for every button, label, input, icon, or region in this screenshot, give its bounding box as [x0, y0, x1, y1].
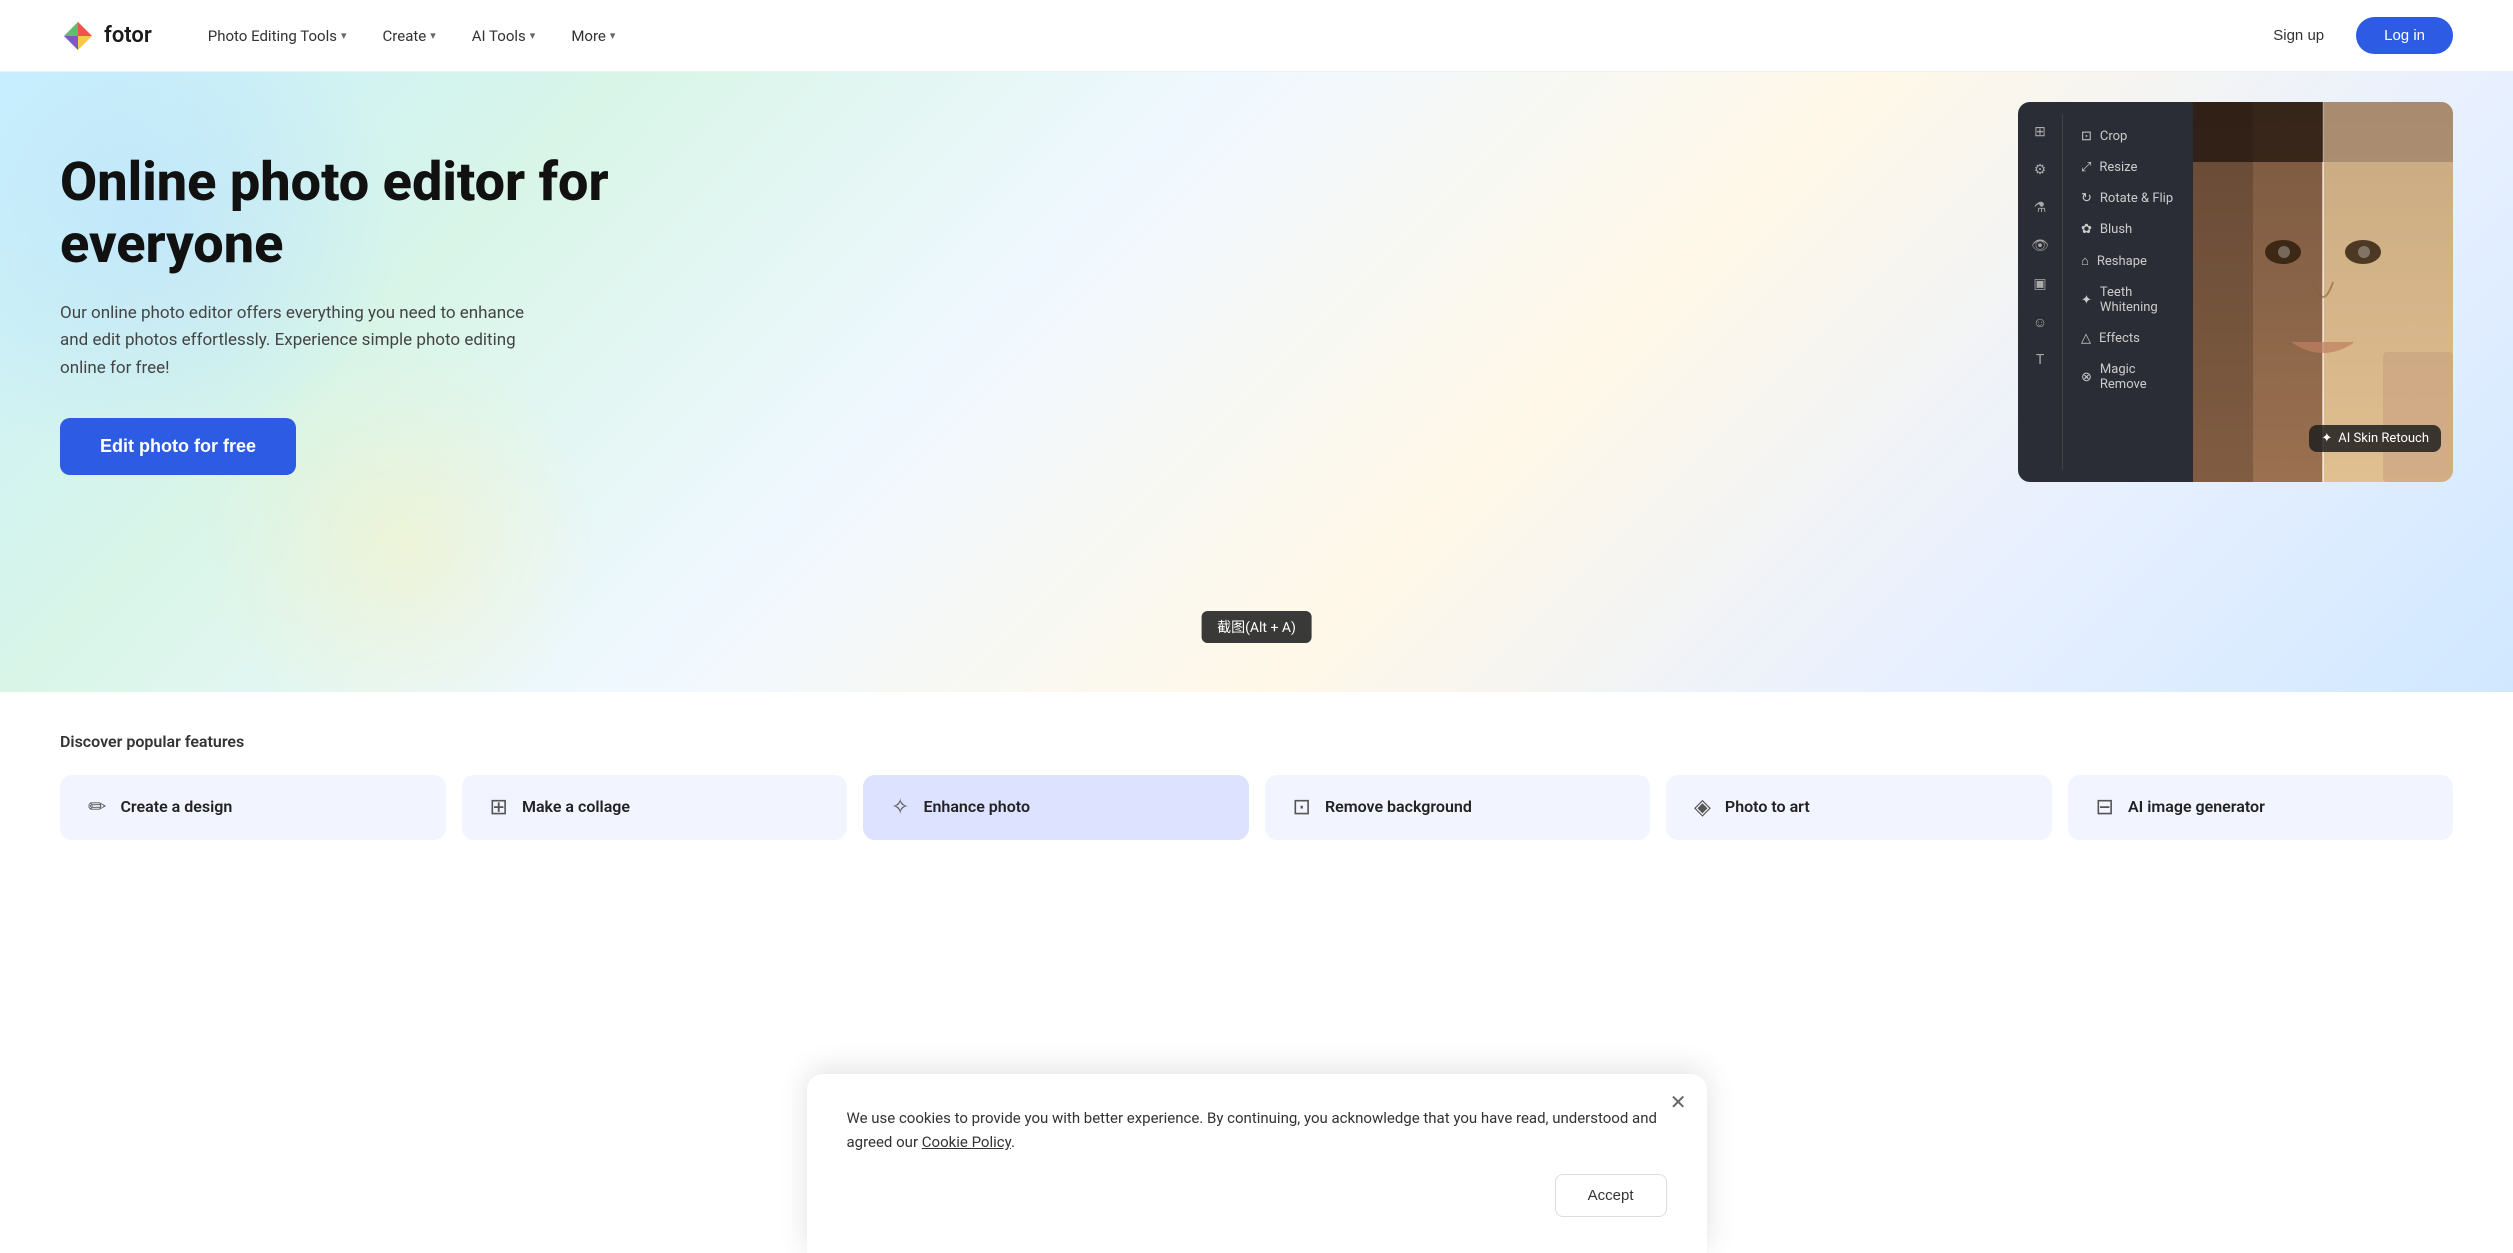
nav-links: Photo Editing Tools ▾ Create ▾ AI Tools …	[192, 19, 2257, 53]
editor-sidebar-icons: ⊞ ⚙ ⚗ 👁 ▣ ☺ T	[2018, 114, 2063, 470]
remove-bg-icon: ⊡	[1293, 795, 1311, 820]
rect-icon: ▣	[2030, 274, 2050, 294]
features-grid: ✏ Create a design ⊞ Make a collage ✧ Enh…	[60, 775, 2453, 840]
chevron-down-icon: ▾	[530, 29, 536, 42]
login-button[interactable]: Log in	[2356, 17, 2453, 54]
features-title: Discover popular features	[60, 732, 2453, 751]
nav-auth: Sign up Log in	[2257, 17, 2453, 54]
feature-ai-generator[interactable]: ⊟ AI image generator	[2068, 775, 2454, 840]
face-icon: ☺	[2030, 312, 2050, 332]
menu-reshape[interactable]: ⌂ Reshape	[2071, 246, 2185, 276]
feature-photo-to-art[interactable]: ◈ Photo to art	[1666, 775, 2052, 840]
feature-create-design[interactable]: ✏ Create a design	[60, 775, 446, 840]
menu-teeth[interactable]: ✦ Teeth Whitening	[2071, 278, 2185, 322]
editor-panel: ⊞ ⚙ ⚗ 👁 ▣ ☺ T ⊡ Crop ⤢ Resize ↻	[2018, 102, 2193, 482]
logo-text: fotor	[104, 23, 152, 48]
cookie-actions: Accept	[847, 1174, 1667, 1217]
edit-photo-button[interactable]: Edit photo for free	[60, 418, 296, 475]
text-icon: T	[2030, 350, 2050, 370]
teeth-icon: ✦	[2081, 293, 2092, 308]
cookie-close-button[interactable]: ✕	[1670, 1090, 1687, 1115]
logo[interactable]: fotor	[60, 18, 152, 54]
nav-item-ai-tools[interactable]: AI Tools ▾	[456, 19, 552, 53]
menu-effects[interactable]: △ Effects	[2071, 324, 2185, 353]
chevron-down-icon: ▾	[430, 29, 436, 42]
ai-icon: ✦	[2321, 431, 2332, 446]
eye-icon: 👁	[2030, 236, 2050, 256]
nav-item-photo-editing[interactable]: Photo Editing Tools ▾	[192, 19, 363, 53]
hero-editor-image: ⊞ ⚙ ⚗ 👁 ▣ ☺ T ⊡ Crop ⤢ Resize ↻	[2018, 102, 2453, 482]
accept-button[interactable]: Accept	[1555, 1174, 1667, 1217]
hero-subtitle: Our online photo editor offers everythin…	[60, 300, 540, 382]
feature-ai-generator-label: AI image generator	[2128, 797, 2265, 818]
logo-icon	[60, 18, 96, 54]
menu-blush[interactable]: ✿ Blush	[2071, 215, 2185, 244]
cookie-text: We use cookies to provide you with bette…	[847, 1106, 1667, 1154]
effects-icon: △	[2081, 331, 2091, 346]
magic-icon: ⊗	[2081, 370, 2092, 385]
crop-icon: ⊡	[2081, 129, 2092, 144]
resize-icon: ⤢	[2081, 160, 2091, 175]
feature-enhance-photo-label: Enhance photo	[923, 797, 1030, 818]
rotate-icon: ↻	[2081, 191, 2092, 206]
feature-make-collage[interactable]: ⊞ Make a collage	[462, 775, 848, 840]
cookie-policy-link[interactable]: Cookie Policy	[922, 1133, 1011, 1151]
hero-section: Online photo editor for everyone Our onl…	[0, 72, 2513, 692]
create-design-icon: ✏	[88, 795, 106, 820]
menu-rotate[interactable]: ↻ Rotate & Flip	[2071, 184, 2185, 213]
make-collage-icon: ⊞	[490, 795, 508, 820]
features-section: Discover popular features ✏ Create a des…	[0, 692, 2513, 900]
menu-crop[interactable]: ⊡ Crop	[2071, 122, 2185, 151]
menu-resize[interactable]: ⤢ Resize	[2071, 153, 2185, 182]
cookie-banner: ✕ We use cookies to provide you with bet…	[807, 1074, 1707, 1253]
enhance-photo-icon: ✧	[891, 795, 909, 820]
editor-menu: ⊡ Crop ⤢ Resize ↻ Rotate & Flip ✿ Blush …	[2063, 114, 2193, 470]
ai-skin-retouch-badge: ✦ AI Skin Retouch	[2309, 425, 2441, 452]
signup-button[interactable]: Sign up	[2257, 19, 2340, 52]
photo-to-art-icon: ◈	[1694, 795, 1711, 820]
navbar: fotor Photo Editing Tools ▾ Create ▾ AI …	[0, 0, 2513, 72]
ai-generator-icon: ⊟	[2096, 795, 2114, 820]
screenshot-tooltip: 截图(Alt + A)	[1201, 611, 1312, 643]
hero-content: Online photo editor for everyone Our onl…	[60, 132, 610, 475]
nav-item-more[interactable]: More ▾	[555, 19, 631, 53]
adjust-icon: ⚙	[2030, 160, 2050, 180]
menu-magic-remove[interactable]: ⊗ Magic Remove	[2071, 355, 2185, 399]
grid-icon: ⊞	[2030, 122, 2050, 142]
feature-create-design-label: Create a design	[120, 797, 232, 818]
flask-icon: ⚗	[2030, 198, 2050, 218]
blush-icon: ✿	[2081, 222, 2092, 237]
feature-remove-bg[interactable]: ⊡ Remove background	[1265, 775, 1651, 840]
chevron-down-icon: ▾	[341, 29, 347, 42]
hero-title: Online photo editor for everyone	[60, 152, 610, 276]
feature-photo-to-art-label: Photo to art	[1725, 797, 1810, 818]
photo-preview: ✦ AI Skin Retouch	[2193, 102, 2453, 482]
reshape-icon: ⌂	[2081, 253, 2089, 269]
nav-item-create[interactable]: Create ▾	[367, 19, 452, 53]
feature-make-collage-label: Make a collage	[522, 797, 630, 818]
feature-remove-bg-label: Remove background	[1325, 797, 1472, 818]
chevron-down-icon: ▾	[610, 29, 616, 42]
feature-enhance-photo[interactable]: ✧ Enhance photo	[863, 775, 1249, 840]
